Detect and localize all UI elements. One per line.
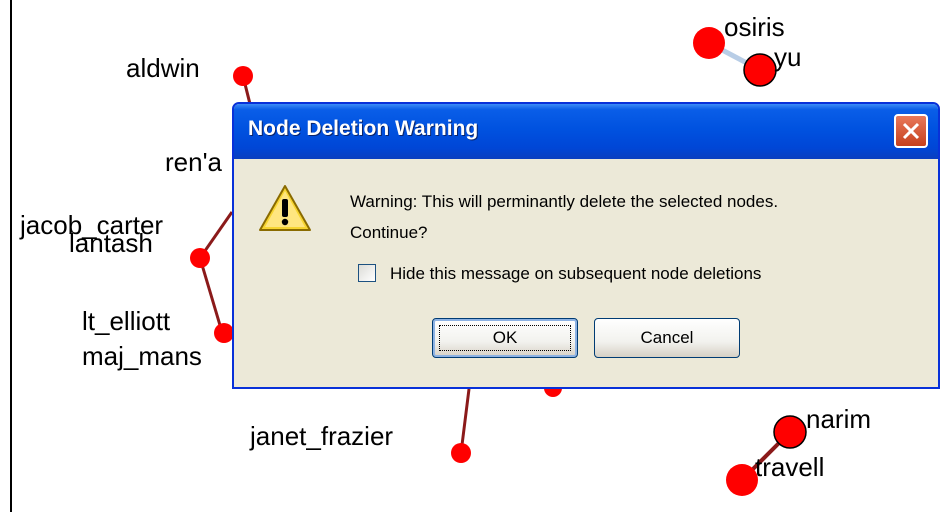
node-aldwin[interactable] [233,66,253,86]
close-button[interactable] [894,114,928,148]
warning-message: Warning: This will perminantly delete th… [350,192,779,211]
hide-message-checkbox-label[interactable]: Hide this message on subsequent node del… [390,264,761,284]
focus-ring [439,325,571,351]
label-lt-elliott: lt_elliott [82,306,171,336]
label-lantash: lantash [69,228,153,258]
edge-lantash-elliott [198,257,224,333]
node-narim[interactable] [773,415,807,449]
node-travell[interactable] [726,464,758,496]
label-aldwin: aldwin [126,53,200,83]
ok-button[interactable]: OK [432,318,578,358]
label-ren-a: ren'a [165,147,223,177]
node-lantash[interactable] [190,248,210,268]
cancel-button-label: Cancel [640,328,694,347]
node-osiris[interactable] [693,27,725,59]
dialog-titlebar[interactable]: Node Deletion Warning [234,104,938,159]
warning-icon [259,185,311,231]
label-yu: yu [774,42,802,72]
label-osiris: osiris [724,12,785,42]
label-janet-frazier: janet_frazier [250,421,394,451]
continue-prompt: Continue? [350,223,428,242]
node-lt-elliott[interactable] [214,323,234,343]
label-travell: travell [755,452,825,482]
label-narim: narim [806,404,872,434]
cancel-button[interactable]: Cancel [594,318,740,358]
node-deletion-warning-dialog: Node Deletion Warning Warning: This will… [232,102,940,389]
node-yu[interactable] [743,53,777,87]
node-janet-frazier[interactable] [451,443,471,463]
label-maj-mans: maj_mans [82,341,202,371]
hide-message-checkbox[interactable] [358,264,376,282]
dialog-body: Warning: This will perminantly delete th… [234,159,938,387]
dialog-title: Node Deletion Warning [248,117,479,140]
close-icon [902,122,920,140]
